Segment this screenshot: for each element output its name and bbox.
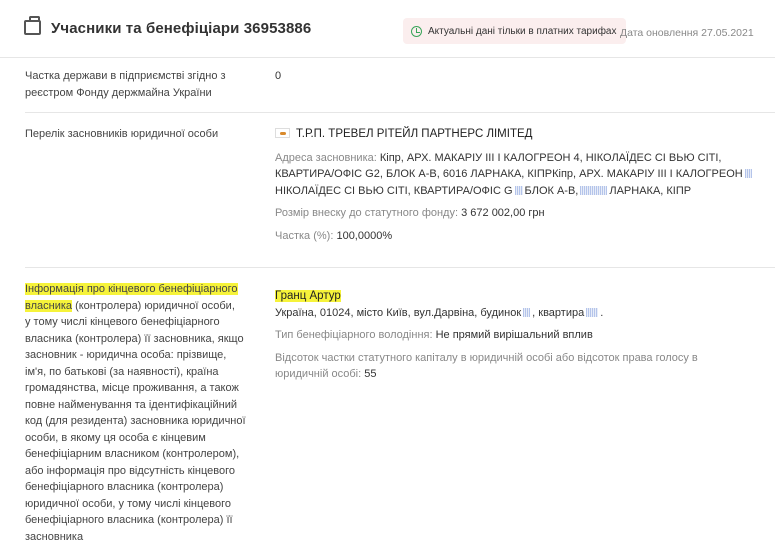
ownership-type-label: Тип бенефіціарного володіння: (275, 329, 433, 341)
ownership-type-value: Не прямий вирішальний вплив (435, 329, 593, 341)
beneficiary-address-text: , квартира (532, 306, 585, 319)
founder-name-row[interactable]: Т.Р.П. ТРЕВЕЛ РІТЕЙЛ ПАРТНЕРС ЛІМІТЕД (275, 126, 755, 143)
beneficiary-address-text: . (600, 306, 604, 319)
beneficiary-address-text: Україна, 01024, місто Київ, вул.Дарвіна,… (275, 306, 522, 319)
beneficiary-name[interactable]: Гранц Артур (275, 290, 341, 302)
beneficiary-label: Інформація про кінцевого бенефіціарного … (25, 281, 250, 545)
percent-value: 55 (364, 368, 377, 380)
founder-entry: Т.Р.П. ТРЕВЕЛ РІТЕЙЛ ПАРТНЕРС ЛІМІТЕД Ад… (275, 126, 755, 244)
founder-share: Частка (%): 100,0000% (275, 228, 755, 245)
founder-address-line-1: Кіпр, АРХ. МАКАРІУ ІІІ І КАЛОГРЕОН 4, НІ… (379, 151, 722, 164)
founder-address-line-2: КВАРТИРА/ОФІС G2, БЛОК А-В, 6016 ЛАРНАКА… (275, 168, 743, 180)
page-title: Учасники та бенефіціари 36953886 (51, 20, 312, 37)
divider (25, 112, 775, 113)
beneficiary-label-text: (контролера) юридичної особи, (72, 299, 235, 312)
founder-address-label: Адреса засновника: (275, 151, 377, 164)
founder-share-label: Частка (%): (275, 229, 334, 242)
founder-contribution-label: Розмір внеску до статутного фонду: (275, 207, 459, 219)
cyprus-flag-icon (275, 128, 290, 138)
beneficiary-percent: Відсоток частки статутного капіталу в юр… (275, 350, 735, 383)
founder-company-name[interactable]: Т.Р.П. ТРЕВЕЛ РІТЕЙЛ ПАРТНЕРС ЛІМІТЕД (296, 128, 532, 140)
paid-tariff-badge-label: Актуальні дані тільки в платних тарифах (428, 25, 617, 37)
redacted-mark (744, 169, 752, 178)
update-date: Дата оновлення 27.05.2021 (620, 27, 754, 39)
clock-icon (411, 25, 422, 37)
state-share-value: 0 (275, 70, 282, 82)
highlighted-text: власника (25, 299, 73, 312)
founders-label: Перелік засновників юридичної особи (25, 128, 219, 140)
section-header: Учасники та бенефіціари 36953886 Актуаль… (0, 0, 775, 58)
beneficiary-address: Україна, 01024, місто Київ, вул.Дарвіна,… (275, 305, 755, 322)
founder-address: Адреса засновника: Кіпр, АРХ. МАКАРІУ ІІ… (275, 150, 755, 200)
divider (25, 267, 775, 268)
state-share-label: Частка держави в підприємстві згідно з р… (25, 70, 226, 99)
founder-address-line-3b: БЛОК А-В, (524, 184, 579, 197)
founder-address-line-3c: ЛАРНАКА, КІПР (609, 184, 692, 197)
redacted-mark (586, 307, 599, 317)
redacted-mark (580, 185, 608, 195)
beneficiary-ownership-type: Тип бенефіціарного володіння: Не прямий … (275, 327, 755, 344)
founder-address-line-3a: НІКОЛАЇДЕС СІ ВЬЮ СІТІ, КВАРТИРА/ОФІС G (275, 184, 513, 197)
founder-contribution-value: 3 672 002,00 грн (461, 207, 545, 219)
redacted-mark (514, 185, 523, 195)
paid-tariff-badge[interactable]: Актуальні дані тільки в платних тарифах (403, 18, 626, 44)
redacted-mark (523, 307, 531, 317)
founder-contribution: Розмір внеску до статутного фонду: 3 672… (275, 205, 755, 222)
briefcase-icon (24, 16, 41, 35)
beneficiary-label-text: у тому числі кінцевого бенефіціарного вл… (25, 316, 246, 543)
founder-share-value: 100,0000% (336, 229, 393, 242)
beneficiary-entry: Гранц Артур Україна, 01024, місто Київ, … (275, 288, 755, 383)
percent-label: Відсоток частки статутного капіталу в юр… (275, 351, 698, 381)
highlighted-text: Інформація про кінцевого бенефіціарного (25, 283, 238, 295)
